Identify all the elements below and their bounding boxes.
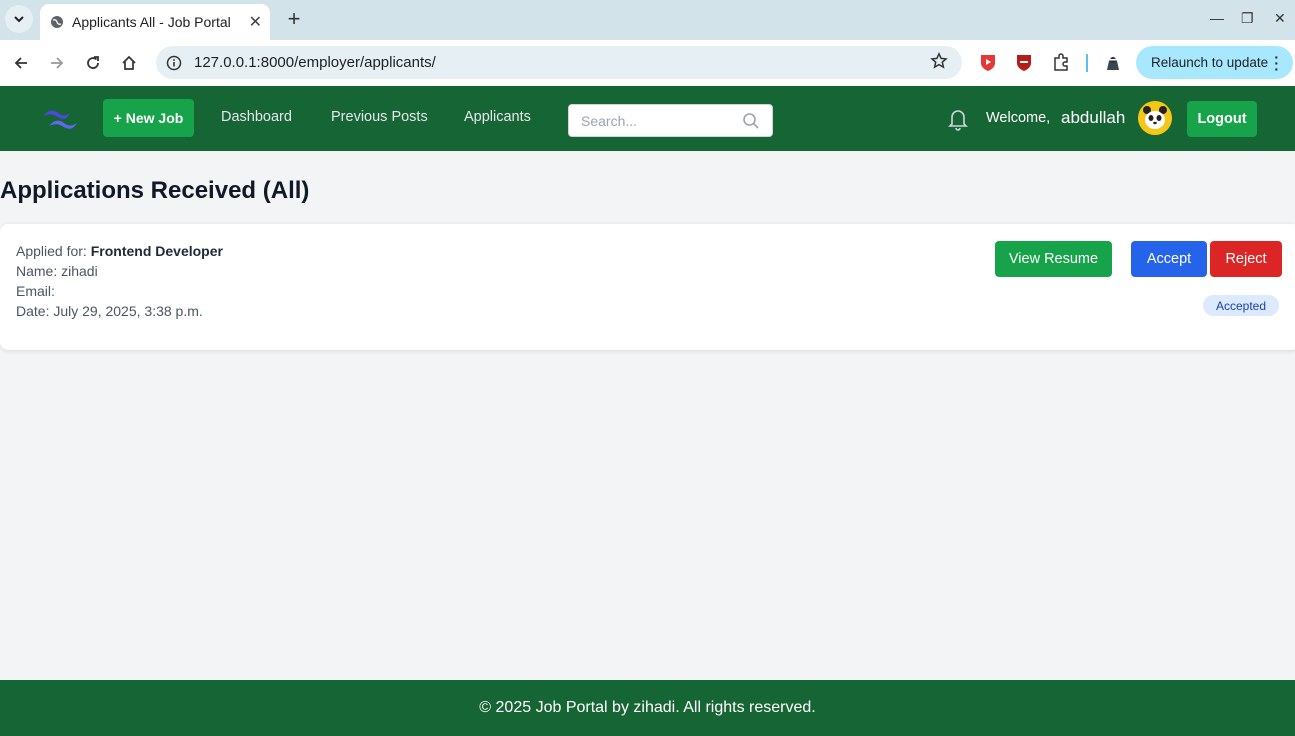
application-date: Date: July 29, 2025, 3:38 p.m. — [16, 303, 203, 319]
arrow-right-icon — [51, 57, 64, 69]
restore-icon[interactable]: ❐ — [1241, 10, 1254, 27]
panda-avatar-icon — [1138, 101, 1172, 135]
welcome-label: Welcome, — [986, 110, 1051, 126]
relaunch-to-update-button[interactable]: Relaunch to update · · · — [1136, 46, 1293, 79]
tailwind-logo-icon[interactable] — [40, 105, 80, 131]
new-job-button[interactable]: + New Job — [103, 99, 194, 137]
arrow-left-icon — [14, 57, 27, 69]
youtube-extension-icon[interactable] — [978, 52, 998, 72]
chevron-down-icon — [14, 16, 24, 23]
bell-icon[interactable] — [947, 107, 969, 131]
applicant-name: Name: zihadi — [16, 263, 98, 279]
username: abdullah — [1061, 108, 1126, 127]
address-bar[interactable]: 127.0.0.1:8000/employer/applicants/ — [156, 46, 962, 79]
applied-for-label: Applied for: — [16, 243, 87, 259]
tab-search-button[interactable] — [5, 5, 33, 33]
status-badge: Accepted — [1203, 295, 1279, 316]
profile-icon[interactable] — [1103, 52, 1123, 72]
application-info: Applied for: Frontend Developer Name: zi… — [16, 241, 223, 321]
close-tab-icon[interactable]: ✕ — [249, 12, 262, 32]
close-window-icon[interactable]: ✕ — [1274, 10, 1286, 27]
shield-extension-icon[interactable] — [1014, 52, 1034, 72]
avatar[interactable] — [1138, 101, 1172, 135]
toolbar-divider — [1086, 54, 1088, 72]
browser-tab[interactable]: Applicants All - Job Portal ✕ — [40, 4, 270, 40]
reload-icon — [87, 56, 99, 69]
extensions-puzzle-icon[interactable] — [1051, 52, 1071, 72]
footer-text: © 2025 Job Portal by zihadi. All rights … — [479, 699, 816, 716]
app-navbar: + New Job Dashboard Previous Posts Appli… — [0, 86, 1295, 151]
forward-button[interactable] — [45, 51, 69, 75]
back-button[interactable] — [9, 51, 33, 75]
nav-link-previous-posts[interactable]: Previous Posts — [331, 109, 428, 125]
minimize-icon[interactable]: — — [1210, 10, 1224, 26]
logout-button[interactable]: Logout — [1187, 101, 1257, 137]
footer: © 2025 Job Portal by zihadi. All rights … — [0, 680, 1295, 736]
applicant-email: Email: — [16, 283, 55, 299]
page-title: Applications Received (All) — [0, 177, 310, 204]
search-icon[interactable] — [742, 112, 760, 130]
view-resume-button[interactable]: View Resume — [995, 241, 1112, 277]
application-card: Applied for: Frontend Developer Name: zi… — [0, 224, 1295, 350]
job-title: Frontend Developer — [90, 243, 223, 259]
search-box — [568, 104, 773, 137]
new-tab-button[interactable]: + — [282, 6, 306, 32]
tab-title: Applicants All - Job Portal — [72, 14, 231, 30]
more-menu-icon[interactable]: · · · — [1274, 50, 1279, 76]
applied-for-line: Applied for: Frontend Developer — [16, 241, 223, 261]
browser-toolbar: 127.0.0.1:8000/employer/applicants/ Rela… — [0, 40, 1295, 86]
home-icon — [122, 55, 136, 70]
url-text: 127.0.0.1:8000/employer/applicants/ — [194, 54, 436, 71]
browser-tabstrip: Applicants All - Job Portal ✕ + — ❐ ✕ — [0, 0, 1295, 40]
nav-link-applicants[interactable]: Applicants — [464, 109, 531, 125]
globe-icon — [51, 16, 63, 28]
reload-button[interactable] — [81, 51, 105, 75]
relaunch-label: Relaunch to update — [1151, 55, 1269, 70]
nav-link-dashboard[interactable]: Dashboard — [221, 109, 292, 125]
reject-button[interactable]: Reject — [1210, 241, 1282, 277]
site-info-icon[interactable] — [166, 55, 182, 71]
accept-button[interactable]: Accept — [1131, 241, 1207, 277]
bookmark-star-icon[interactable] — [930, 52, 948, 70]
search-input[interactable] — [581, 112, 731, 129]
home-button[interactable] — [117, 51, 141, 75]
